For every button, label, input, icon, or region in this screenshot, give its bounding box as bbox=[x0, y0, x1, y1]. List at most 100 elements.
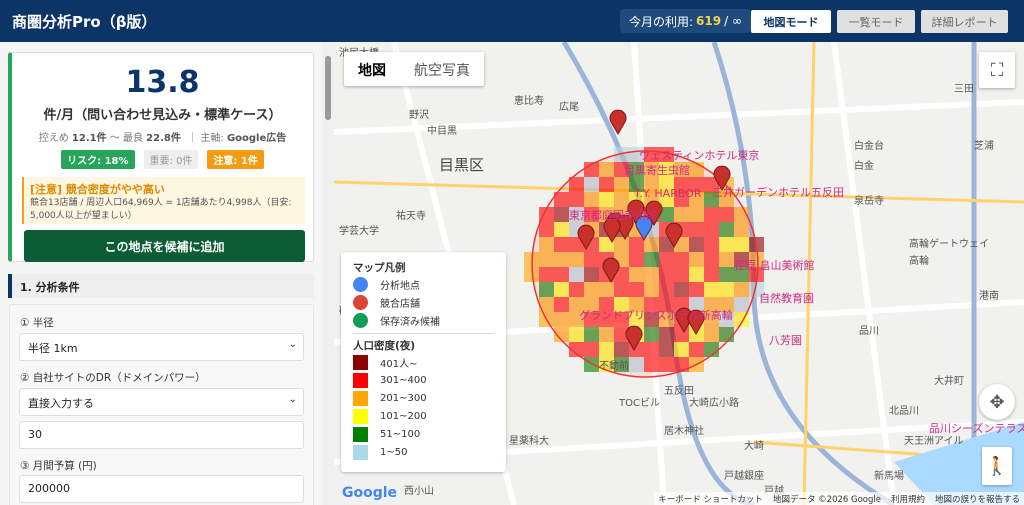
map-place-label: 広尾 bbox=[559, 102, 579, 113]
radius-select[interactable]: 半径 1km ⌄ bbox=[19, 333, 304, 361]
fullscreen-icon[interactable]: ⛶ bbox=[979, 52, 1015, 88]
dr-mode-value: 直接入力する bbox=[28, 397, 94, 410]
keyboard-shortcuts-link[interactable]: キーボード ショートカット bbox=[658, 493, 763, 505]
warning-text: 競合13店舗 / 周辺人口64,969人 = 1店舗あたり4,998人（目安: … bbox=[30, 198, 292, 221]
legend-label: 201~300 bbox=[380, 392, 427, 404]
list-mode-button[interactable]: 一覧モード bbox=[837, 10, 915, 33]
high-value: 22.8件 bbox=[146, 133, 181, 144]
usage-label: 今月の利用: bbox=[629, 14, 694, 29]
warning-title: [注意] 競合密度がやや高い bbox=[30, 183, 165, 196]
map-place-label: 不動前 bbox=[599, 361, 629, 372]
legend-swatch bbox=[353, 444, 368, 460]
camera-control-icon[interactable]: ✥ bbox=[979, 384, 1015, 420]
map-place-label: 野沢 bbox=[409, 110, 429, 121]
legend-density-item: 401人~ bbox=[353, 353, 494, 371]
terms-link[interactable]: 利用規約 bbox=[891, 493, 925, 505]
legend-label: 401人~ bbox=[380, 358, 418, 370]
scrollbar-thumb[interactable] bbox=[325, 56, 331, 120]
radius-label: ① 半径 bbox=[20, 317, 54, 329]
map-place-label: 芝浦 bbox=[974, 141, 994, 152]
result-value: 13.8 bbox=[125, 65, 200, 100]
legend-label: 301~400 bbox=[380, 374, 427, 386]
result-card: 13.8 件/月（問い合わせ見込み・標準ケース） 控えめ 12.1件 〜 最良 … bbox=[8, 52, 314, 262]
low-label: 控えめ bbox=[38, 133, 69, 144]
legend-point-item: 競合店舗 bbox=[353, 293, 494, 311]
add-candidate-button[interactable]: この地点を候補に追加 bbox=[24, 230, 305, 262]
legend-label: 1~50 bbox=[380, 446, 408, 458]
map-place-label: 大崎広小路 bbox=[689, 398, 739, 409]
range-sep: 〜 bbox=[109, 133, 120, 144]
map-place-label: 北品川 bbox=[889, 406, 919, 417]
tab-satellite[interactable]: 航空写真 bbox=[400, 52, 484, 86]
detail-report-button[interactable]: 詳細レポート bbox=[921, 10, 1008, 33]
map-place-label: 大井町 bbox=[934, 376, 964, 387]
risk-badge: リスク: 18% bbox=[61, 150, 135, 169]
axis-label: ｜ 主軸: bbox=[187, 133, 224, 144]
map-mode-button[interactable]: 地図モード bbox=[751, 10, 831, 33]
analysis-form: ① 半径 半径 1km ⌄ ② 自社サイトのDR（ドメインパワー） 直接入力する ⌄… bbox=[9, 304, 314, 505]
map-place-label: 三田 bbox=[954, 84, 974, 95]
map-place-label: 高輪 bbox=[909, 256, 929, 267]
tab-map[interactable]: 地図 bbox=[344, 52, 400, 86]
axis-value: Google広告 bbox=[226, 133, 287, 144]
map-place-label: 目黒区 bbox=[439, 156, 485, 174]
report-error-link[interactable]: 地図の誤りを報告する bbox=[935, 493, 1020, 505]
legend-dot-icon bbox=[353, 276, 368, 292]
legend-dot-icon bbox=[353, 294, 368, 310]
map-legend: マップ凡例 分析地点 競合店舗 保存済み候補 人口密度(夜) 401人~ 301~40… bbox=[341, 252, 506, 472]
legend-label: 分析地点 bbox=[380, 280, 420, 292]
legend-point-item: 分析地点 bbox=[353, 275, 494, 293]
legend-title: マップ凡例 bbox=[353, 262, 406, 274]
map-view[interactable]: 池尻大橋中目黒目黒区恵比寿白金台五反田大崎高輪品川北品川大井町戸越銀座西小山星薬… bbox=[334, 42, 1024, 505]
radius-value: 半径 1km bbox=[28, 342, 78, 355]
map-poi-label[interactable]: 自然教育園 bbox=[759, 290, 814, 306]
dr-label: ② 自社サイトのDR（ドメインパワー） bbox=[20, 372, 206, 384]
app-title: 商圏分析Pro（β版） bbox=[12, 12, 157, 31]
map-place-label: 泉岳寺 bbox=[854, 196, 884, 207]
result-range: 控えめ 12.1件 〜 最良 22.8件 ｜ 主軸: Google広告 bbox=[12, 129, 313, 144]
legend-label: 保存済み候補 bbox=[380, 316, 440, 328]
legend-label: 101~200 bbox=[380, 410, 427, 422]
map-data-credit: 地図データ ©2026 Google bbox=[772, 494, 881, 505]
map-place-label: 港南 bbox=[979, 291, 999, 302]
map-poi-label[interactable]: グランドプリンスホテル新高輪 bbox=[579, 307, 733, 323]
usage-counter: 今月の利用: 619/ ∞ bbox=[620, 9, 751, 33]
map-poi-label[interactable]: 八芳園 bbox=[769, 332, 802, 348]
map-poi-label[interactable]: 東京都庭園美術館 bbox=[569, 207, 657, 223]
app-header: 商圏分析Pro（β版） 今月の利用: 619/ ∞ 地図モード 一覧モード 詳細レ… bbox=[0, 0, 1024, 42]
sidebar-scrollbar[interactable] bbox=[322, 42, 334, 505]
map-place-label: 祐天寺 bbox=[396, 211, 426, 222]
legend-swatch bbox=[353, 426, 368, 442]
budget-input[interactable]: 200000 bbox=[19, 475, 304, 503]
dr-input[interactable]: 30 bbox=[19, 421, 304, 449]
map-poi-label[interactable]: 品川シーズンテラス bbox=[929, 420, 1024, 436]
map-place-label: 星薬科大 bbox=[509, 436, 549, 447]
low-value: 12.1件 bbox=[71, 133, 107, 144]
map-poi-label[interactable]: 三井ガーデンホテル五反田 bbox=[712, 184, 844, 200]
legend-density-item: 51~100 bbox=[353, 425, 494, 443]
map-place-label: 新馬場 bbox=[874, 471, 904, 482]
legend-swatch bbox=[353, 354, 368, 370]
budget-label: ③ 月間予算 (円) bbox=[20, 460, 97, 472]
sidebar: 13.8 件/月（問い合わせ見込み・標準ケース） 控えめ 12.1件 〜 最良 … bbox=[0, 42, 334, 505]
map-type-tabs: 地図 航空写真 bbox=[344, 52, 484, 86]
map-place-label: 居木神社 bbox=[664, 426, 704, 437]
pegman-icon[interactable]: 🚶 bbox=[982, 447, 1012, 485]
map-poi-label[interactable]: 目黒寄生虫館 bbox=[624, 162, 690, 178]
map-poi-label[interactable]: ウェスティンホテル東京 bbox=[639, 147, 759, 163]
dr-mode-select[interactable]: 直接入力する ⌄ bbox=[19, 388, 304, 416]
map-place-label: 戸越銀座 bbox=[724, 471, 764, 482]
map-poi-label[interactable]: 荏原 畠山美術館 bbox=[734, 257, 815, 273]
section-title: 1. 分析条件 bbox=[8, 274, 314, 298]
map-place-label: 大崎 bbox=[744, 441, 764, 452]
caution-badge: 注意: 1件 bbox=[207, 150, 264, 169]
legend-swatch bbox=[353, 408, 368, 424]
map-place-label: 中目黒 bbox=[427, 126, 457, 137]
map-poi-label[interactable]: T.Y. HARBOR bbox=[634, 187, 702, 200]
legend-density-item: 1~50 bbox=[353, 443, 494, 461]
legend-point-item: 保存済み候補 bbox=[353, 311, 494, 329]
map-place-label: 白金台 bbox=[854, 141, 884, 152]
legend-label: 競合店舗 bbox=[380, 298, 420, 310]
usage-limit: / ∞ bbox=[724, 14, 742, 28]
legend-density-item: 101~200 bbox=[353, 407, 494, 425]
